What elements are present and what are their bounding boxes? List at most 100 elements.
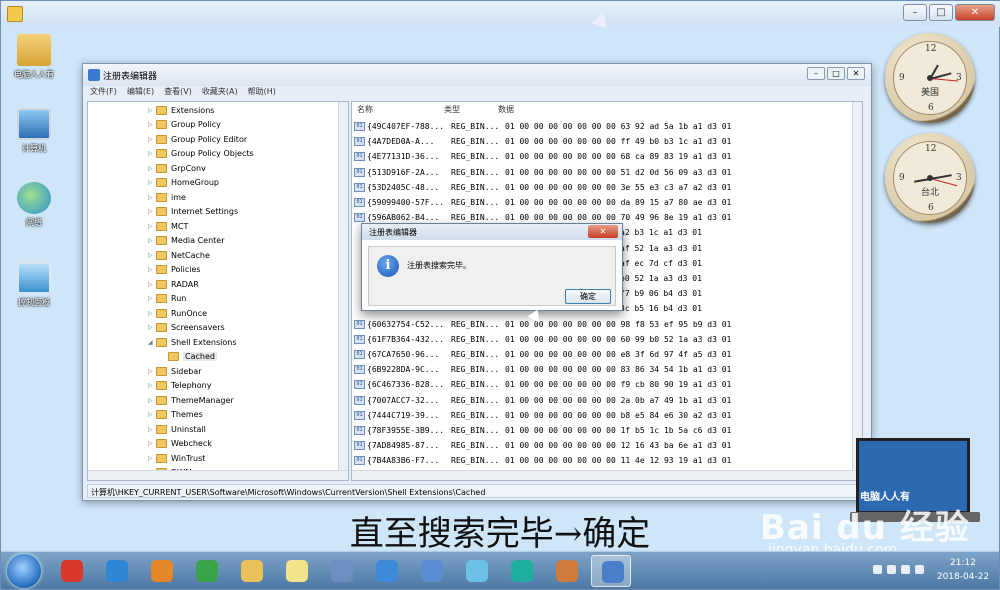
tree-key[interactable]: ▷ Sidebar bbox=[148, 364, 202, 378]
expand-arrow-icon[interactable]: ▷ bbox=[148, 107, 156, 114]
tree-key[interactable]: ▷ HomeGroup bbox=[148, 176, 219, 190]
list-vertical-scrollbar[interactable] bbox=[852, 102, 862, 480]
expand-arrow-icon[interactable]: ▷ bbox=[148, 165, 156, 172]
taskbar-button[interactable] bbox=[96, 555, 136, 587]
menu-help[interactable]: 帮助(H) bbox=[248, 86, 276, 101]
close-button[interactable]: ✕ bbox=[847, 67, 865, 80]
taskbar-button[interactable] bbox=[591, 555, 631, 587]
value-row[interactable]: 01 {78F3955E-3B9... REG_BIN... 01 00 00 00 … bbox=[354, 423, 755, 438]
desktop-icon-computer[interactable]: 计算机 bbox=[4, 108, 64, 154]
taskbar-button[interactable] bbox=[51, 555, 91, 587]
tree-key[interactable]: ▷ WinTrust bbox=[148, 451, 205, 465]
tree-key[interactable]: Cached bbox=[160, 350, 217, 364]
expand-arrow-icon[interactable]: ▷ bbox=[148, 252, 156, 259]
tree-key[interactable]: ▷ Extensions bbox=[148, 103, 214, 117]
tree-key[interactable]: ▷ Group Policy Editor bbox=[148, 132, 247, 146]
tree-key[interactable]: ▷ Screensavers bbox=[148, 321, 225, 335]
tray-volume-icon[interactable] bbox=[901, 565, 910, 574]
clock-widget-taipei[interactable]: 12 3 6 9 台北 bbox=[885, 133, 975, 223]
tree-vertical-scrollbar[interactable] bbox=[338, 102, 348, 480]
tree-key[interactable]: ▷ ime bbox=[148, 190, 186, 204]
value-row[interactable]: 01 {53D2405C-48... REG_BIN... 01 00 00 00 0… bbox=[354, 180, 755, 195]
tree-key[interactable]: ▷ RADAR bbox=[148, 277, 199, 291]
list-horizontal-scrollbar[interactable] bbox=[352, 470, 862, 480]
value-row[interactable]: a2 b3 1c a1 d3 01 bbox=[620, 225, 862, 240]
minimize-button[interactable]: – bbox=[807, 67, 825, 80]
maximize-button[interactable]: □ bbox=[827, 67, 845, 80]
dialog-close-button[interactable]: ✕ bbox=[588, 225, 618, 238]
value-row[interactable]: 01 {4E77131D-36... REG_BIN... 01 00 00 00 0… bbox=[354, 149, 755, 164]
ok-button[interactable]: 确定 bbox=[565, 289, 611, 304]
expand-arrow-icon[interactable]: ▷ bbox=[148, 310, 156, 317]
tree-key[interactable]: ▷ RunOnce bbox=[148, 306, 207, 320]
expand-arrow-icon[interactable]: ▷ bbox=[148, 440, 156, 447]
value-row[interactable]: 01 {61F7B364-432... REG_BIN... 01 00 00 00 … bbox=[354, 332, 755, 347]
value-row[interactable]: af 52 1a a3 d3 01 bbox=[620, 241, 862, 256]
value-row[interactable]: af ec 7d cf d3 01 bbox=[620, 256, 862, 271]
value-row[interactable]: 01 {49C407EF-788... REG_BIN... 01 00 00 00 … bbox=[354, 119, 755, 134]
taskbar-button[interactable] bbox=[366, 555, 406, 587]
menu-edit[interactable]: 编辑(E) bbox=[127, 86, 154, 101]
tree-key[interactable]: ▷ MCT bbox=[148, 219, 188, 233]
taskbar-button[interactable] bbox=[411, 555, 451, 587]
tree-key[interactable]: ▷ Telephony bbox=[148, 379, 211, 393]
expand-arrow-icon[interactable]: ▷ bbox=[148, 368, 156, 375]
registry-editor-titlebar[interactable]: 注册表编辑器 – □ ✕ bbox=[83, 64, 871, 86]
expand-arrow-icon[interactable]: ▷ bbox=[148, 455, 156, 462]
tray-network-icon[interactable] bbox=[915, 565, 924, 574]
tree-key[interactable]: ▷ ThemeManager bbox=[148, 393, 234, 407]
maximize-button[interactable]: □ bbox=[929, 4, 953, 21]
tree-key[interactable]: ▷ Group Policy Objects bbox=[148, 147, 254, 161]
taskbar-button[interactable] bbox=[231, 555, 271, 587]
taskbar-button[interactable] bbox=[501, 555, 541, 587]
desktop-icon-control-panel[interactable]: 控制面板 bbox=[4, 262, 64, 308]
value-row[interactable]: b0 52 1a a3 d3 01 bbox=[620, 271, 862, 286]
clock-date[interactable]: 2018-04-22 bbox=[933, 572, 993, 582]
tree-key[interactable]: ▷ Group Policy bbox=[148, 118, 221, 132]
value-row[interactable]: 3c b5 16 b4 d3 01 bbox=[620, 301, 862, 316]
tree-key[interactable]: ▷ Policies bbox=[148, 263, 201, 277]
value-row[interactable]: 01 {7AD84985-87... REG_BIN... 01 00 00 00 0… bbox=[354, 438, 755, 453]
column-header-name[interactable]: 名称 bbox=[357, 104, 373, 115]
value-row[interactable]: 01 {59099400-57F... REG_BIN... 01 00 00 00 … bbox=[354, 195, 755, 210]
expand-arrow-icon[interactable]: ▷ bbox=[148, 208, 156, 215]
tray-chevron-icon[interactable] bbox=[873, 565, 882, 574]
value-row[interactable]: 01 {7007ACC7-32... REG_BIN... 01 00 00 00 0… bbox=[354, 393, 755, 408]
minimize-button[interactable]: – bbox=[903, 4, 927, 21]
close-button[interactable]: ✕ bbox=[955, 4, 995, 21]
expand-arrow-icon[interactable]: ▷ bbox=[148, 150, 156, 157]
dialog-titlebar[interactable]: 注册表编辑器 ✕ bbox=[362, 224, 622, 240]
column-header-data[interactable]: 数据 bbox=[498, 104, 514, 115]
expand-arrow-icon[interactable]: ▷ bbox=[148, 179, 156, 186]
tree-key[interactable]: ▷ Internet Settings bbox=[148, 205, 238, 219]
menu-file[interactable]: 文件(F) bbox=[90, 86, 117, 101]
taskbar-button[interactable] bbox=[141, 555, 181, 587]
value-row[interactable]: 01 {4A7DED0A-A... REG_BIN... 01 00 00 00 00… bbox=[354, 134, 755, 149]
start-button[interactable] bbox=[7, 554, 41, 588]
tree-key[interactable]: ▷ Uninstall bbox=[148, 422, 206, 436]
expand-arrow-icon[interactable]: ▷ bbox=[148, 121, 156, 128]
clock-time[interactable]: 21:12 bbox=[933, 558, 993, 568]
expand-arrow-icon[interactable]: ▷ bbox=[148, 397, 156, 404]
desktop-icon-network[interactable]: 网络 bbox=[4, 182, 64, 228]
column-header-type[interactable]: 类型 bbox=[444, 104, 460, 115]
tree-key[interactable]: ▷ NetCache bbox=[148, 248, 210, 262]
tree-key[interactable]: ▷ Run bbox=[148, 292, 186, 306]
taskbar-button[interactable] bbox=[186, 555, 226, 587]
value-row[interactable]: 01 {60632754-C52... REG_BIN... 01 00 00 00 … bbox=[354, 317, 755, 332]
expand-arrow-icon[interactable]: ▷ bbox=[148, 411, 156, 418]
value-row[interactable]: 01 {513D916F-2A... REG_BIN... 01 00 00 00 0… bbox=[354, 165, 755, 180]
menu-favorites[interactable]: 收藏夹(A) bbox=[202, 86, 238, 101]
tree-key[interactable]: ▷ Themes bbox=[148, 408, 203, 422]
clock-widget-usa[interactable]: 12 3 6 9 美国 bbox=[885, 33, 975, 123]
desktop-icon-user[interactable]: 电脑人人有 bbox=[4, 34, 64, 80]
collapse-arrow-icon[interactable]: ◢ bbox=[148, 339, 156, 346]
value-row[interactable]: f7 b9 06 b4 d3 01 bbox=[620, 286, 862, 301]
expand-arrow-icon[interactable]: ▷ bbox=[148, 223, 156, 230]
value-row[interactable]: 01 {7444C719-39... REG_BIN... 01 00 00 00 0… bbox=[354, 408, 755, 423]
value-row[interactable]: 01 {6C467336-828... REG_BIN... 01 00 00 00 … bbox=[354, 377, 755, 392]
expand-arrow-icon[interactable]: ▷ bbox=[148, 136, 156, 143]
tree-key[interactable]: ◢ Shell Extensions bbox=[148, 335, 237, 349]
expand-arrow-icon[interactable]: ▷ bbox=[148, 266, 156, 273]
expand-arrow-icon[interactable]: ▷ bbox=[148, 324, 156, 331]
